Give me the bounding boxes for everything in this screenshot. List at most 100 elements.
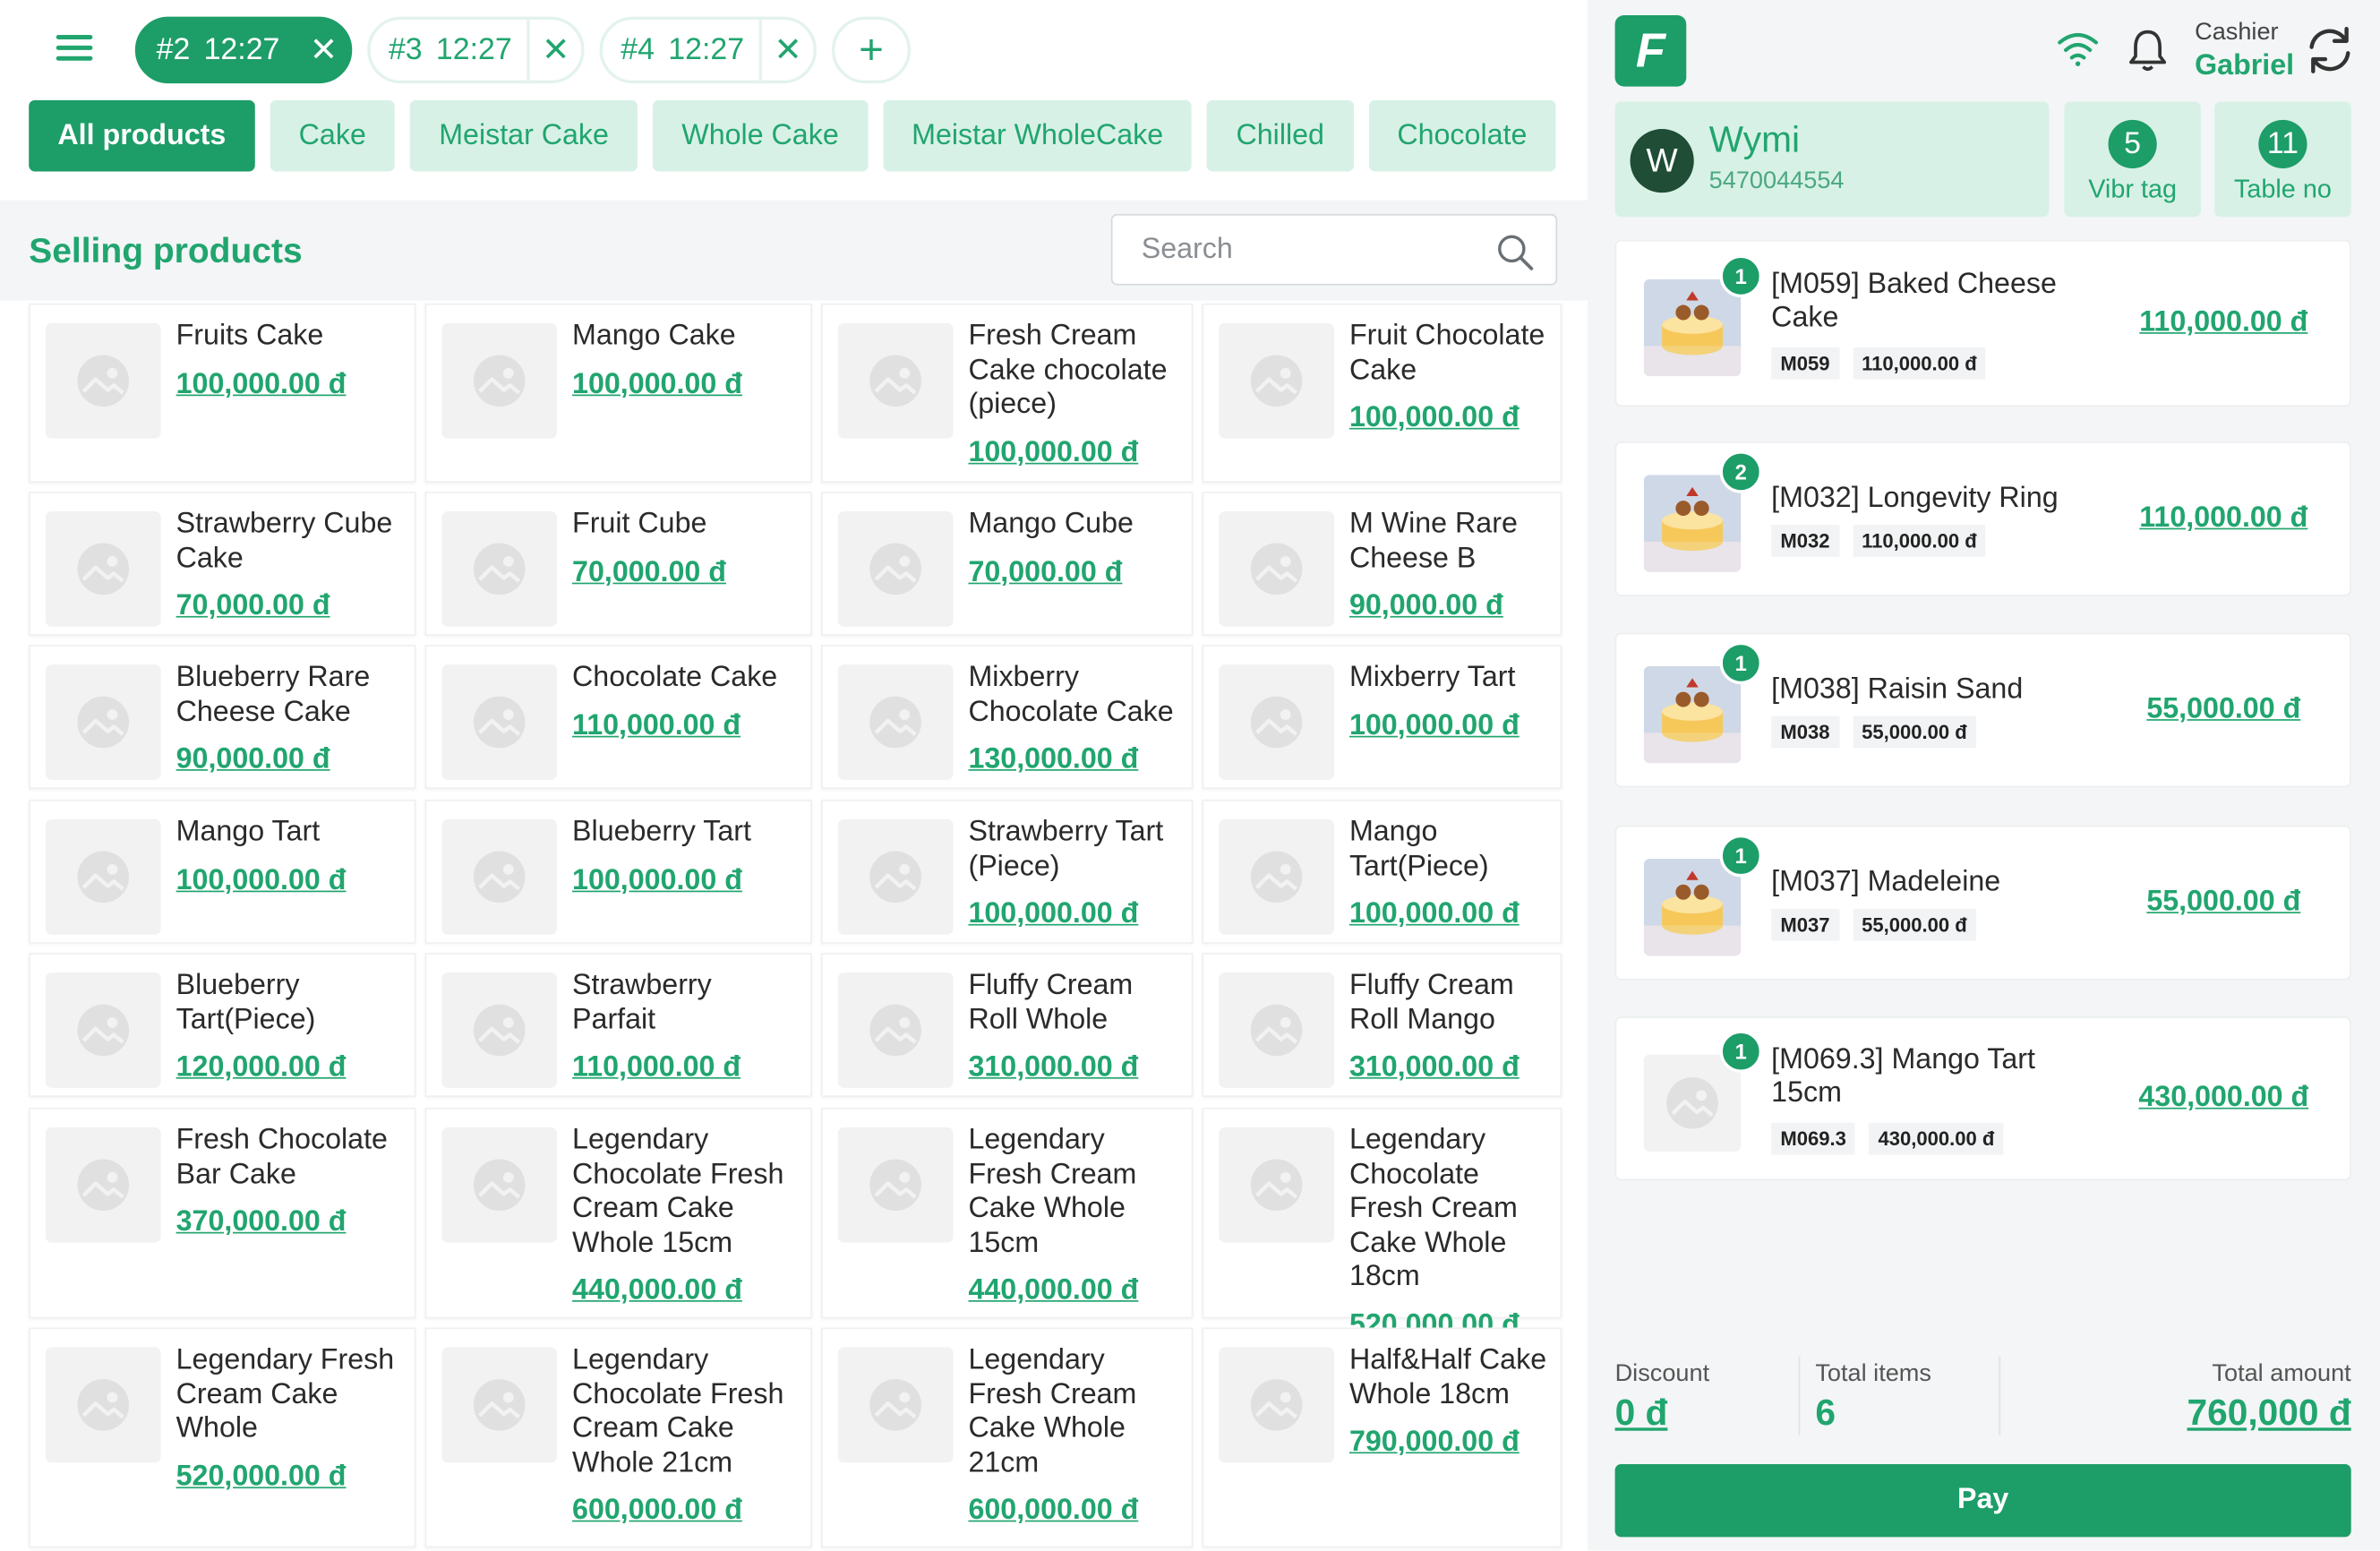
cart-item[interactable]: 1 [M038] Raisin Sand M038 55,000.00 đ 55,000… [1614, 632, 2351, 788]
order-tab-id: #2 [156, 32, 191, 66]
menu-icon[interactable] [56, 30, 93, 67]
category-tab[interactable]: All products [29, 99, 255, 172]
product-card[interactable]: Mango Tart 100,000.00 đ [29, 799, 416, 944]
product-card[interactable]: Strawberry Cube Cake 70,000.00 đ [29, 491, 416, 636]
order-tab-time: 12:27 [203, 32, 280, 66]
vibr-tag-button[interactable]: 5 Vibr tag [2064, 101, 2201, 218]
product-info: Blueberry Rare Cheese Cake 90,000.00 đ [176, 662, 406, 777]
product-card[interactable]: Legendary Chocolate Fresh Cream Cake Who… [424, 1107, 812, 1319]
image-placeholder-icon [77, 1159, 130, 1212]
product-card[interactable]: Fluffy Cream Roll Whole 310,000.00 đ [821, 953, 1194, 1097]
cart-item-code: M038 [1771, 716, 1839, 749]
total-amount-label: Total amount [2212, 1360, 2351, 1387]
cart-item-amount: 110,000.00 đ [2139, 501, 2308, 535]
product-card[interactable]: Mixberry Chocolate Cake 130,000.00 đ [821, 645, 1194, 790]
product-info: Legendary Chocolate Fresh Cream Cake Who… [1349, 1124, 1551, 1341]
product-card[interactable]: Fresh Chocolate Bar Cake 370,000.00 đ [29, 1107, 416, 1319]
add-order-tab-button[interactable]: + [831, 16, 912, 84]
cart-item[interactable]: 1 [M069.3] Mango Tart 15cm M069.3 430,000.0… [1614, 1016, 2351, 1181]
product-card[interactable]: M Wine Rare Cheese B 90,000.00 đ [1202, 491, 1562, 636]
cart-item-unit-price: 110,000.00 đ [1852, 347, 1986, 380]
product-price: 90,000.00 đ [176, 743, 330, 776]
product-name: Legendary Fresh Cream Cake Whole 21cm [968, 1344, 1137, 1479]
vibr-tag-label: Vibr tag [2088, 174, 2178, 204]
order-tab-time: 12:27 [668, 32, 745, 66]
search-icon[interactable] [1495, 232, 1535, 271]
product-card[interactable]: Fresh Cream Cake chocolate (piece) 100,00… [821, 303, 1194, 483]
product-name: Mixberry Chocolate Cake [968, 661, 1174, 728]
product-card[interactable]: Legendary Fresh Cream Cake Whole 520,000.… [29, 1327, 416, 1548]
category-tab[interactable]: Whole Cake [653, 99, 868, 172]
discount-value[interactable]: 0 đ [1615, 1392, 1668, 1435]
product-card[interactable]: Legendary Fresh Cream Cake Whole 21cm 600… [821, 1327, 1194, 1548]
product-card[interactable]: Blueberry Rare Cheese Cake 90,000.00 đ [29, 645, 416, 790]
product-thumbnail [837, 818, 954, 935]
product-name: Fruit Cube [572, 508, 707, 541]
product-card[interactable]: Fruits Cake 100,000.00 đ [29, 303, 416, 483]
product-name: Fruits Cake [176, 320, 324, 353]
product-card[interactable]: Chocolate Cake 110,000.00 đ [424, 645, 812, 790]
product-thumbnail [1219, 1347, 1334, 1463]
category-tab[interactable]: Chocolate [1368, 99, 1556, 172]
product-price: 370,000.00 đ [176, 1205, 347, 1238]
search-input[interactable]: Search [1110, 213, 1558, 286]
category-tab[interactable]: Cake [270, 99, 396, 172]
product-card[interactable]: Fruit Chocolate Cake 100,000.00 đ [1202, 303, 1562, 483]
order-tab-label: #3 12:27 [371, 20, 531, 81]
table-no-label: Table no [2233, 174, 2332, 204]
cart-item[interactable]: 1 [M059] Baked Cheese Cake M059 110,000.00 … [1614, 239, 2351, 407]
product-card[interactable]: Mango Tart(Piece) 100,000.00 đ [1202, 799, 1562, 944]
product-card[interactable]: Mango Cake 100,000.00 đ [424, 303, 812, 483]
product-card[interactable]: Strawberry Parfait 110,000.00 đ [424, 953, 812, 1097]
product-info: Legendary Chocolate Fresh Cream Cake Who… [572, 1124, 801, 1307]
product-card[interactable]: Legendary Fresh Cream Cake Whole 15cm 440… [821, 1107, 1194, 1319]
quantity-badge: 1 [1719, 641, 1763, 685]
product-card[interactable]: Strawberry Tart (Piece) 100,000.00 đ [821, 799, 1194, 944]
total-amount-value: 760,000 đ [2187, 1392, 2351, 1435]
product-name: Half&Half Cake Whole 18cm [1348, 1344, 1547, 1410]
product-name: Mango Cake [572, 320, 736, 353]
product-card[interactable]: Fruit Cube 70,000.00 đ [424, 491, 812, 636]
cart-item[interactable]: 1 [M037] Madeleine M037 55,000.00 đ 55,000.0… [1614, 825, 2351, 981]
product-price: 100,000.00 đ [1348, 401, 1520, 434]
sync-icon[interactable] [2304, 24, 2356, 76]
cart-item[interactable]: 2 [M032] Longevity Ring M032 110,000.00 đ 11… [1614, 441, 2351, 596]
cart-item-codes: M059 110,000.00 đ [1771, 347, 1986, 380]
close-icon[interactable]: ✕ [530, 30, 581, 70]
product-info: Legendary Fresh Cream Cake Whole 15cm 440… [968, 1124, 1182, 1307]
bell-icon[interactable] [2128, 27, 2168, 73]
product-card[interactable]: Mango Cube 70,000.00 đ [821, 491, 1194, 636]
cart-item-thumbnail [1643, 475, 1742, 572]
order-tab[interactable]: #2 12:27 ✕ [134, 16, 353, 84]
pay-button[interactable]: Pay [1614, 1463, 2351, 1538]
product-info: Blueberry Tart 100,000.00 đ [572, 817, 801, 898]
product-thumbnail [45, 664, 161, 780]
category-tab[interactable]: Meistar WholeCake [882, 99, 1193, 172]
order-tab[interactable]: #3 12:27 ✕ [367, 16, 585, 84]
product-name: Legendary Chocolate Fresh Cream Cake Who… [1348, 1124, 1518, 1293]
product-card[interactable]: Half&Half Cake Whole 18cm 790,000.00 đ [1202, 1327, 1562, 1548]
product-name: Strawberry Parfait [572, 969, 712, 1036]
close-icon[interactable]: ✕ [298, 30, 349, 70]
category-tab[interactable]: Chilled [1207, 99, 1354, 172]
close-icon[interactable]: ✕ [762, 30, 813, 70]
product-card[interactable]: Blueberry Tart 100,000.00 đ [424, 799, 812, 944]
product-card[interactable]: Fluffy Cream Roll Mango 310,000.00 đ [1202, 953, 1562, 1097]
product-card[interactable]: Legendary Chocolate Fresh Cream Cake Who… [424, 1327, 812, 1548]
product-card[interactable]: Blueberry Tart(Piece) 120,000.00 đ [29, 953, 416, 1097]
quantity-badge: 1 [1719, 1030, 1763, 1073]
cart-item-thumbnail [1643, 665, 1742, 764]
category-tab[interactable]: Meistar Cake [410, 99, 638, 172]
customer-card[interactable]: W Wymi 5470044554 [1614, 101, 2050, 218]
product-thumbnail [441, 1347, 558, 1463]
image-placeholder-icon [869, 1379, 921, 1431]
selling-products-bar: Selling products Search [0, 200, 1588, 301]
product-card[interactable]: Legendary Chocolate Fresh Cream Cake Who… [1202, 1107, 1562, 1341]
product-info: Strawberry Parfait 110,000.00 đ [572, 970, 801, 1085]
product-price: 110,000.00 đ [572, 709, 741, 741]
image-placeholder-icon [1250, 1159, 1303, 1212]
product-card[interactable]: Mixberry Tart 100,000.00 đ [1202, 645, 1562, 790]
order-tab[interactable]: #4 12:27 ✕ [599, 16, 817, 84]
table-no-button[interactable]: 11 Table no [2214, 101, 2351, 218]
cart-item-amount: 110,000.00 đ [2139, 306, 2308, 338]
